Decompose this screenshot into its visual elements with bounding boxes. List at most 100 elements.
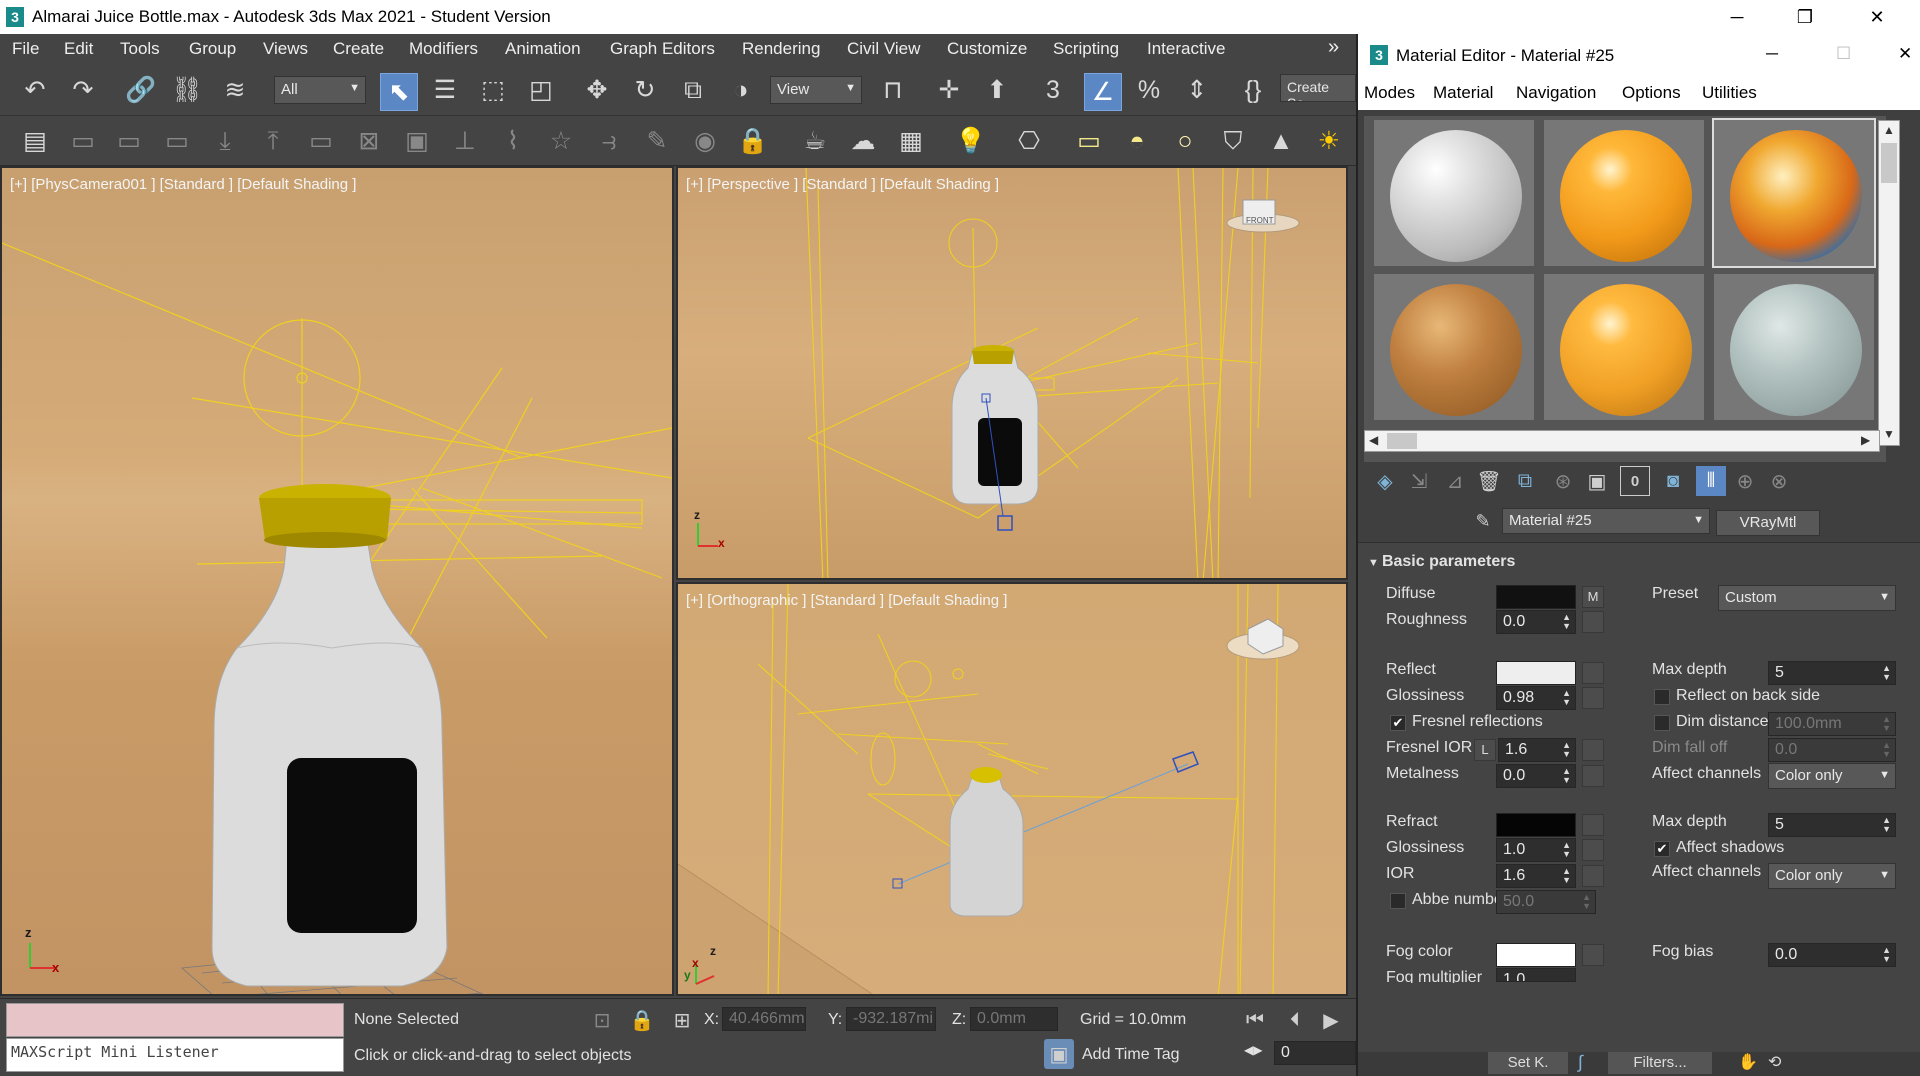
vray-dome-light-icon[interactable]: ◓ — [1120, 124, 1154, 158]
spinner-arrows-icon[interactable]: ▲ ▼ — [1882, 946, 1891, 964]
teapot-icon[interactable]: ☕ — [798, 124, 832, 158]
fog-color-swatch[interactable] — [1496, 943, 1576, 967]
layer-add-icon[interactable]: ▭ — [112, 124, 146, 158]
me-menu-modes[interactable]: Modes — [1364, 83, 1415, 103]
go-forward-sibling-icon[interactable]: ⊗ — [1764, 466, 1794, 496]
sample-slot-4[interactable] — [1372, 272, 1536, 422]
hierarchy-icon[interactable]: ⊥ — [448, 124, 482, 158]
menu-overflow-button[interactable]: » — [1328, 36, 1339, 59]
metalness-spinner[interactable]: 0.0 ▲ ▼ — [1496, 764, 1576, 788]
show-end-result-icon[interactable]: ⫴ — [1696, 466, 1726, 496]
rotate-icon[interactable]: ↻ — [628, 73, 662, 107]
vray-camera-icon[interactable]: ⎔ — [1012, 124, 1046, 158]
assign-to-selection-icon[interactable]: ⊿ — [1440, 466, 1470, 496]
vray-proxy-icon[interactable]: ⛉ — [1216, 124, 1250, 158]
angle-snap-icon[interactable]: ∠ — [1084, 73, 1122, 111]
scene-explorer-icon[interactable]: ▤ — [18, 124, 52, 158]
sample-slot-6[interactable] — [1712, 272, 1876, 422]
reflect-back-side-checkbox[interactable] — [1654, 689, 1670, 705]
me-minimize-button[interactable]: ─ — [1766, 44, 1778, 64]
fog-color-map-button[interactable] — [1582, 944, 1604, 966]
get-material-icon[interactable]: ◈ — [1370, 466, 1400, 496]
add-time-tag-button[interactable]: Add Time Tag — [1082, 1046, 1180, 1064]
vray-sun-icon[interactable]: ☀ — [1312, 124, 1346, 158]
spinner-arrows-icon[interactable]: ▲ ▼ — [1562, 613, 1571, 631]
star-icon[interactable]: ☆ — [544, 124, 578, 158]
layer-down-icon[interactable]: ⤓ — [208, 124, 242, 158]
pivot-center-icon[interactable]: ⊓ — [876, 73, 910, 107]
place-icon[interactable]: ◑ — [724, 73, 758, 107]
roughness-spinner[interactable]: 0.0 ▲ ▼ — [1496, 610, 1576, 634]
menu-scripting[interactable]: Scripting — [1053, 39, 1119, 59]
scrollbar-thumb[interactable] — [1387, 433, 1417, 449]
fresnel-ior-spinner[interactable]: 1.6 ▲ ▼ — [1498, 738, 1576, 762]
current-frame-field[interactable]: 0 — [1274, 1041, 1356, 1065]
vray-ies-icon[interactable]: ▲ — [1264, 124, 1298, 158]
menu-edit[interactable]: Edit — [64, 39, 93, 59]
curve-editor-icon[interactable]: ∫ — [1578, 1052, 1583, 1073]
me-maximize-button[interactable]: ☐ — [1836, 44, 1851, 64]
roughness-map-button[interactable] — [1582, 611, 1604, 633]
play-icon[interactable]: ▶ — [1316, 1005, 1346, 1035]
vray-plane-light-icon[interactable]: ▭ — [1072, 124, 1106, 158]
sample-slot-5[interactable] — [1542, 272, 1706, 422]
selection-lock-icon[interactable]: 🔒 — [627, 1005, 657, 1035]
maxscript-mini-listener[interactable]: MAXScript Mini Listener — [6, 1038, 344, 1072]
layer-delete-icon[interactable]: ⊠ — [352, 124, 386, 158]
keyboard-shortcut-icon[interactable]: ⬆ — [980, 73, 1014, 107]
affect-shadows-checkbox[interactable]: ✔ — [1654, 841, 1670, 857]
render-frame-icon[interactable]: ▦ — [894, 124, 928, 158]
scroll-up-icon[interactable]: ▲ — [1883, 123, 1895, 137]
dim-distance-checkbox[interactable] — [1654, 715, 1670, 731]
bind-spacewarp-icon[interactable]: ≋ — [218, 73, 252, 107]
sample-slot-3[interactable] — [1712, 118, 1876, 268]
pan-view-icon[interactable]: ✋ — [1738, 1052, 1758, 1072]
spinner-arrows-icon[interactable]: ▲ ▼ — [1882, 715, 1891, 733]
material-name-field[interactable]: Material #25 ▼ — [1502, 508, 1710, 534]
fresnel-ior-map-button[interactable] — [1582, 739, 1604, 761]
previous-frame-icon[interactable]: ⏴ — [1280, 1005, 1310, 1035]
layer-icon[interactable]: ▭ — [66, 124, 100, 158]
save-icon[interactable]: ▣ — [400, 124, 434, 158]
spinner-arrows-icon[interactable]: ▲ ▼ — [1562, 841, 1571, 859]
menu-civil-view[interactable]: Civil View — [847, 39, 920, 59]
menu-rendering[interactable]: Rendering — [742, 39, 820, 59]
me-menu-navigation[interactable]: Navigation — [1516, 83, 1596, 103]
isolate-icon[interactable]: ⊡ — [587, 1005, 617, 1035]
menu-animation[interactable]: Animation — [505, 39, 581, 59]
undo-icon[interactable]: ↶ — [18, 73, 52, 107]
time-tag-icon[interactable]: ▣ — [1044, 1039, 1074, 1069]
ior-map-button[interactable] — [1582, 865, 1604, 887]
create-selection-set-field[interactable]: Create Se — [1280, 74, 1356, 102]
viewport-perspective[interactable]: [+] [Perspective ] [Standard ] [Default … — [676, 166, 1348, 580]
y-coord-field[interactable]: -932.187mi — [846, 1007, 936, 1031]
reset-material-icon[interactable]: 🗑 — [1474, 466, 1504, 496]
reflect-color-swatch[interactable] — [1496, 661, 1576, 685]
diffuse-map-button[interactable]: M — [1582, 586, 1604, 608]
me-menu-material[interactable]: Material — [1433, 83, 1493, 103]
unlink-icon[interactable]: ⛓ — [170, 73, 204, 107]
spinner-arrows-icon[interactable]: ▲ ▼ — [1882, 816, 1891, 834]
slots-vertical-scrollbar[interactable]: ▲ ▼ — [1878, 120, 1900, 446]
fog-bias-spinner[interactable]: 0.0 ▲ ▼ — [1768, 943, 1896, 967]
go-to-start-icon[interactable]: ⏮ — [1240, 1005, 1270, 1035]
menu-graph-editors[interactable]: Graph Editors — [610, 39, 715, 59]
sample-slot-1[interactable] — [1372, 118, 1536, 268]
me-close-button[interactable]: ✕ — [1898, 44, 1912, 64]
menu-group[interactable]: Group — [189, 39, 236, 59]
diffuse-color-swatch[interactable] — [1496, 585, 1576, 609]
put-to-scene-icon[interactable]: ⇲ — [1404, 466, 1434, 496]
me-menu-options[interactable]: Options — [1622, 83, 1681, 103]
maxscript-input[interactable] — [6, 1003, 344, 1037]
set-key-button[interactable]: Set K. — [1488, 1052, 1568, 1074]
percent-snap-icon[interactable]: % — [1132, 73, 1166, 107]
absolute-mode-icon[interactable]: ⊞ — [667, 1005, 697, 1035]
menu-interactive[interactable]: Interactive — [1147, 39, 1225, 59]
refract-max-depth-spinner[interactable]: 5 ▲ ▼ — [1768, 813, 1896, 837]
viewport-camera[interactable]: [+] [PhysCamera001 ] [Standard ] [Defaul… — [0, 166, 674, 996]
scale-icon[interactable]: ⧉ — [676, 73, 710, 107]
fresnel-checkbox[interactable]: ✔ — [1390, 715, 1406, 731]
spinner-arrows-icon[interactable]: ▲ ▼ — [1582, 893, 1591, 911]
material-id-icon[interactable]: 0 — [1620, 466, 1650, 496]
menu-file[interactable]: File — [12, 39, 39, 59]
